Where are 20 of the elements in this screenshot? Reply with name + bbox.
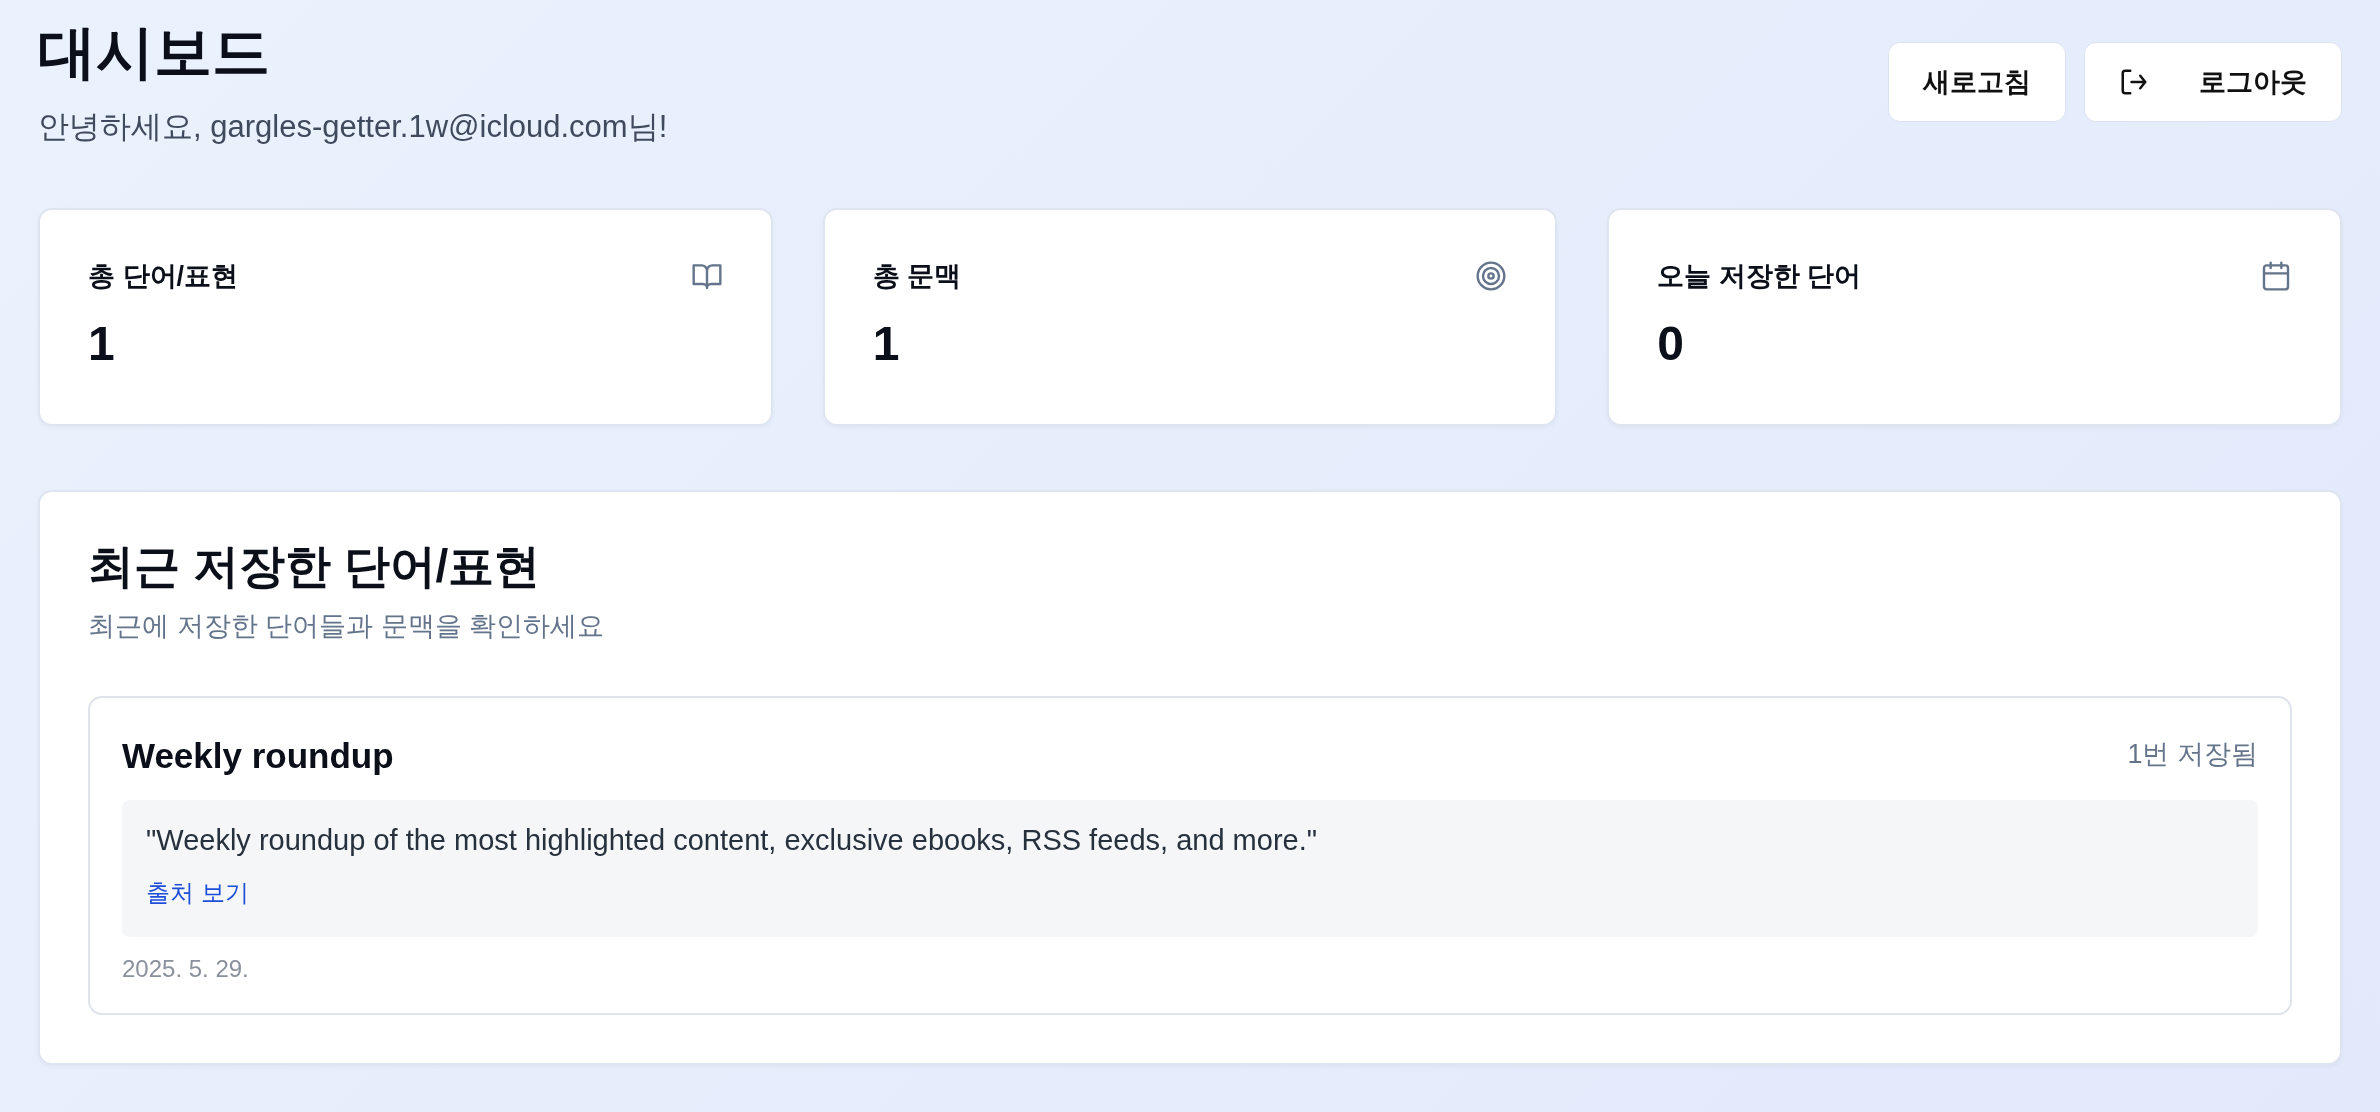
stat-label: 오늘 저장한 단어 — [1657, 260, 1862, 293]
context-quote: "Weekly roundup of the most highlighted content, exclusive ebooks, RSS feeds, and more." — [146, 824, 1319, 857]
stat-label: 총 문맥 — [872, 260, 962, 293]
refresh-button[interactable]: 새로고침 — [1888, 42, 2066, 122]
stat-label: 총 단어/표현 — [88, 260, 238, 293]
logout-button[interactable]: 로그아웃 — [2084, 42, 2342, 122]
stat-value: 1 — [88, 316, 116, 371]
page-title: 대시보드 — [38, 18, 271, 86]
source-link[interactable]: 출처 보기 — [146, 877, 249, 909]
stat-value: 1 — [872, 316, 901, 371]
word-title: Weekly roundup — [122, 736, 394, 776]
section-subtitle: 최근에 저장한 단어들과 문맥을 확인하세요 — [88, 610, 605, 643]
logout-icon — [2119, 67, 2149, 97]
save-count: 1번 저장됨 — [2127, 738, 2258, 771]
stat-value: 0 — [1657, 316, 1686, 371]
saved-date: 2025. 5. 29. — [122, 955, 250, 983]
greeting-text: 안녕하세요, gargles-getter.1w@icloud.com님! — [38, 108, 668, 146]
section-title: 최근 저장한 단어/표현 — [88, 539, 542, 594]
calendar-icon — [2260, 260, 2292, 292]
target-icon — [1475, 260, 1508, 292]
